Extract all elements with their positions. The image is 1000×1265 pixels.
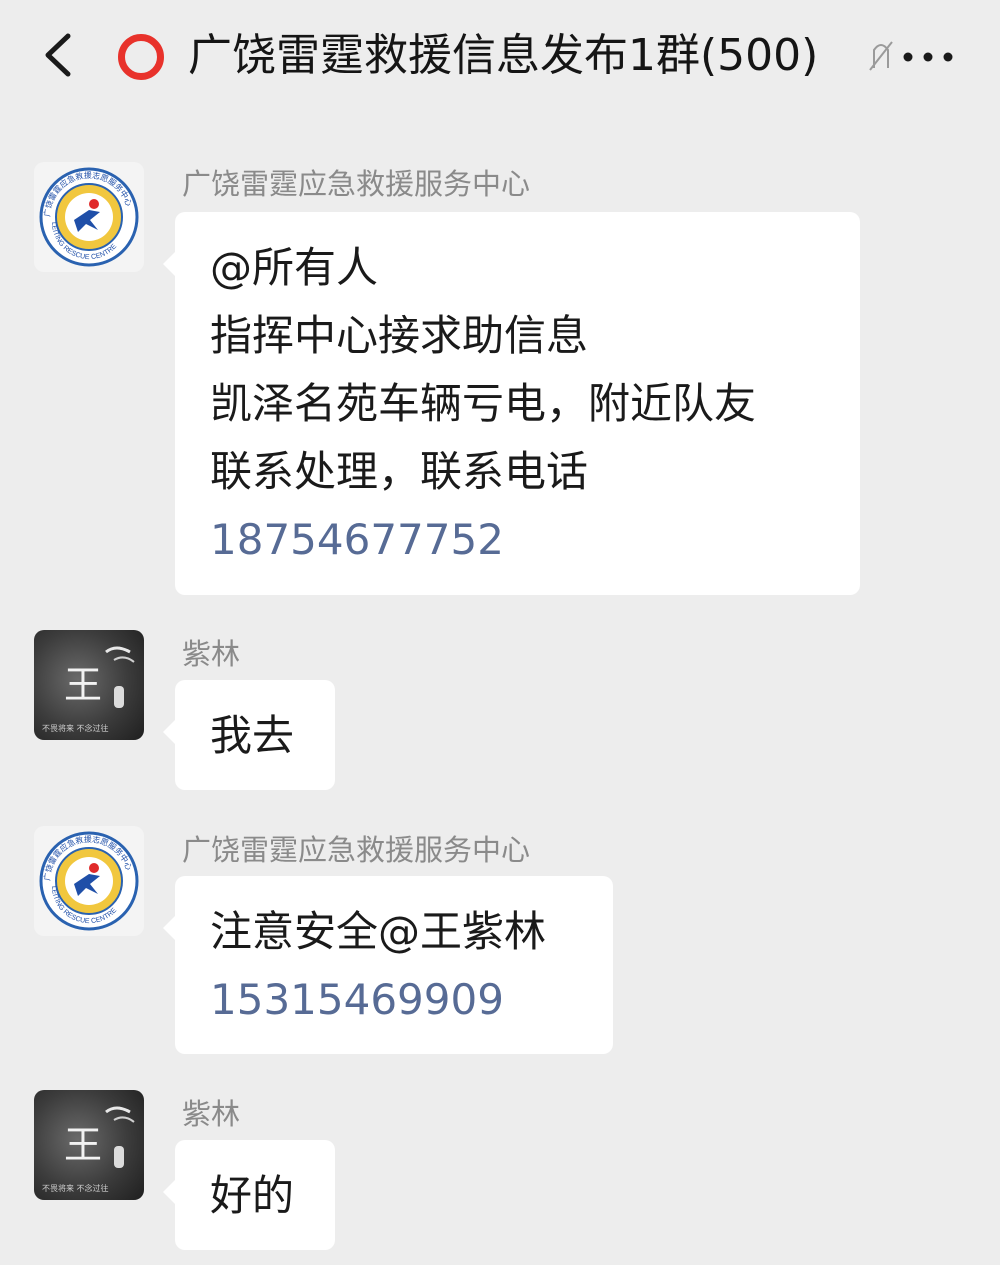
message-line: 我去 [210,711,295,760]
back-chevron-icon[interactable] [38,30,78,80]
user-avatar[interactable]: 王 不畏将来 不念过往 [34,1090,144,1200]
message-line: 凯泽名苑车辆亏电，附近队友 [210,379,757,428]
message-bubble[interactable]: 好的 [163,1140,335,1250]
message-bubble[interactable]: 我去 [163,680,335,790]
mute-icon [869,41,893,71]
sender-name: 紫林 [182,637,241,671]
svg-text:不畏将来 不念过往: 不畏将来 不念过往 [42,1183,109,1193]
red-ring-icon [118,34,164,80]
rescue-logo-icon: 广饶雷霆应急救援志愿服务中心 LEITING RESCUE CENTRE [39,167,139,267]
user-avatar-art: 王 不畏将来 不念过往 [42,1106,135,1193]
sender-name: 广饶雷霆应急救援服务中心 [182,833,531,867]
message-line: @所有人 [210,243,379,292]
sender-name: 广饶雷霆应急救援服务中心 [182,167,531,201]
phone-link[interactable]: 18754677752 [210,506,825,574]
user-avatar-art: 王 不畏将来 不念过往 [42,646,135,733]
message-bubble[interactable]: @所有人 指挥中心接求助信息 凯泽名苑车辆亏电，附近队友 联系处理，联系电话 1… [163,212,860,595]
rescue-center-avatar[interactable]: 广饶雷霆应急救援志愿服务中心 LEITING RESCUE CENTRE [34,826,144,936]
chat-header: 广饶雷霆救援信息发布1群(500) [0,0,1000,110]
svg-text:王: 王 [64,1123,102,1167]
message-line: 好的 [210,1171,295,1220]
message-line: 联系处理，联系电话 [210,447,589,496]
message-line: 注意安全@王紫林 [210,907,547,956]
rescue-logo-icon: 广饶雷霆应急救援志愿服务中心 LEITING RESCUE CENTRE [39,831,139,931]
sender-name: 紫林 [182,1097,241,1131]
message-line: 指挥中心接求助信息 [210,311,589,360]
user-avatar[interactable]: 王 不畏将来 不念过往 [34,630,144,740]
phone-link[interactable]: 15315469909 [210,966,578,1034]
message-bubble[interactable]: 注意安全@王紫林 15315469909 [163,876,613,1054]
svg-text:王: 王 [64,663,102,707]
svg-text:不畏将来 不念过往: 不畏将来 不念过往 [42,723,109,733]
more-dots-icon[interactable] [898,30,960,80]
chat-title: 广饶雷霆救援信息发布1群(500) [188,30,819,81]
rescue-center-avatar[interactable]: 广饶雷霆应急救援志愿服务中心 LEITING RESCUE CENTRE [34,162,144,272]
